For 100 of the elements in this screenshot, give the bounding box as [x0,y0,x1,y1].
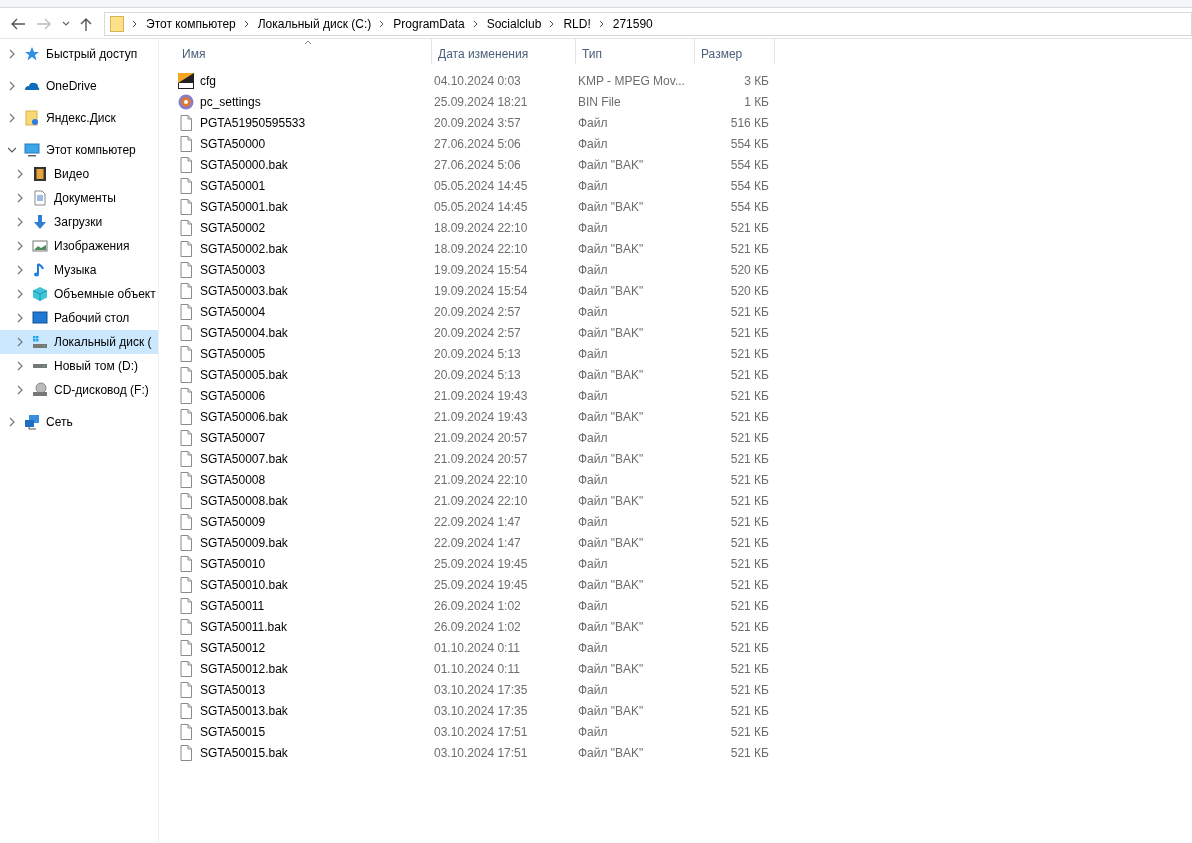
column-header[interactable]: Тип [576,39,695,64]
date-cell-text: 03.10.2024 17:51 [433,723,529,741]
column-header[interactable]: Размер [695,39,775,64]
nav-item[interactable]: Объемные объект [0,282,158,306]
file-row[interactable]: SGTA50008.bak 21.09.2024 22:10 Файл "BAK" 521 КБ [176,490,775,511]
file-row[interactable]: SGTA50003.bak 19.09.2024 15:54 Файл "BAK" 520 КБ [176,280,775,301]
chevron-icon[interactable] [379,19,386,28]
recent-locations-caret-icon[interactable] [62,20,70,27]
file-row[interactable]: PGTA51950595533 20.09.2024 3:57 Файл 516 КБ [176,112,775,133]
expand-icon[interactable] [16,385,24,395]
file-row[interactable]: SGTA50006.bak 21.09.2024 19:43 Файл "BAK" 521 КБ [176,406,775,427]
size-cell-text: 521 КБ [729,618,769,636]
breadcrumb[interactable]: ProgramData [393,14,465,33]
expand-icon[interactable] [8,49,16,59]
file-row[interactable]: SGTA50005 20.09.2024 5:13 Файл 521 КБ [176,343,775,364]
chevron-icon[interactable] [132,19,138,28]
expand-icon[interactable] [8,417,16,427]
file-row[interactable]: cfg 04.10.2024 0:03 KMP - MPEG Mov... 3 КБ [176,70,775,91]
nav-item[interactable]: Новый том (D:) [0,354,158,378]
file-row[interactable]: SGTA50009.bak 22.09.2024 1:47 Файл "BAK" 521 КБ [176,532,775,553]
column-header[interactable]: Дата изменения [432,39,576,64]
file-row[interactable]: SGTA50007 21.09.2024 20:57 Файл 521 КБ [176,427,775,448]
nav-item[interactable]: Быстрый доступ [0,42,158,66]
file-row[interactable]: SGTA50003 19.09.2024 15:54 Файл 520 КБ [176,259,775,280]
date-cell-text: 03.10.2024 17:35 [433,702,529,720]
file-row[interactable]: SGTA50008 21.09.2024 22:10 Файл 521 КБ [176,469,775,490]
nav-item[interactable]: Яндекс.Диск [0,106,158,130]
file-row[interactable]: SGTA50004.bak 20.09.2024 2:57 Файл "BAK" 521 КБ [176,322,775,343]
type-cell-text: Файл [577,219,609,237]
expand-icon[interactable] [16,169,24,179]
file-name: pc_settings [200,93,261,111]
file-row[interactable]: SGTA50010.bak 25.09.2024 19:45 Файл "BAK" 521 КБ [176,574,775,595]
nav-item[interactable]: Изображения [0,234,158,258]
file-row[interactable]: SGTA50004 20.09.2024 2:57 Файл 521 КБ [176,301,775,322]
expand-icon[interactable] [16,313,24,323]
expand-icon[interactable] [16,289,24,299]
type-cell-text: Файл [577,429,609,447]
file-name: SGTA50000 [200,135,266,153]
chevron-icon[interactable] [549,19,556,28]
nav-item[interactable]: Документы [0,186,158,210]
file-row[interactable]: SGTA50000.bak 27.06.2024 5:06 Файл "BAK" 554 КБ [176,154,775,175]
file-row[interactable]: SGTA50002 18.09.2024 22:10 Файл 521 КБ [176,217,775,238]
expand-icon[interactable] [16,241,24,251]
type-cell-text: Файл [577,513,609,531]
file-row[interactable]: SGTA50002.bak 18.09.2024 22:10 Файл "BAK" 521 КБ [176,238,775,259]
file-row[interactable]: SGTA50013 03.10.2024 17:35 Файл 521 КБ [176,679,775,700]
breadcrumb[interactable]: RLD! [563,14,591,33]
nav-item[interactable]: Рабочий стол [0,306,158,330]
nav-item[interactable]: Видео [0,162,158,186]
breadcrumb[interactable]: 271590 [612,14,653,33]
address-bar[interactable]: Этот компьютер Локальный диск (C:) ProgramData Socialclub RLD! 271590 [104,11,1192,36]
expand-icon[interactable] [16,361,24,371]
nav-item[interactable]: Сеть [0,410,158,434]
nav-item[interactable]: CD-дисковод (F:) [0,378,158,402]
file-row[interactable]: SGTA50010 25.09.2024 19:45 Файл 521 КБ [176,553,775,574]
file-row[interactable]: SGTA50007.bak 21.09.2024 20:57 Файл "BAK" 521 КБ [176,448,775,469]
back-button[interactable] [10,16,26,31]
document-icon [178,660,194,677]
image-icon [32,238,48,254]
document-icon [178,597,194,614]
breadcrumb[interactable]: Локальный диск (C:) [257,14,372,33]
file-row[interactable]: SGTA50011 26.09.2024 1:02 Файл 521 КБ [176,595,775,616]
column-header[interactable]: Имя [176,39,432,64]
nav-item[interactable]: Музыка [0,258,158,282]
up-button[interactable] [80,16,92,31]
file-name: SGTA50005 [200,345,266,363]
file-row[interactable]: SGTA50015.bak 03.10.2024 17:51 Файл "BAK" 521 КБ [176,742,775,763]
nav-item[interactable]: Загрузки [0,210,158,234]
file-row[interactable]: SGTA50012 01.10.2024 0:11 Файл 521 КБ [176,637,775,658]
expand-icon[interactable] [8,81,16,91]
file-row[interactable]: SGTA50001.bak 05.05.2024 14:45 Файл "BAK" 554 КБ [176,196,775,217]
file-row[interactable]: SGTA50000 27.06.2024 5:06 Файл 554 КБ [176,133,775,154]
nav-item[interactable]: OneDrive [0,74,158,98]
file-row[interactable]: SGTA50012.bak 01.10.2024 0:11 Файл "BAK" 521 КБ [176,658,775,679]
type-cell-text: Файл "BAK" [577,156,645,174]
file-name: SGTA50011 [200,597,265,615]
chevron-icon[interactable] [598,19,605,28]
expand-icon[interactable] [16,193,24,203]
expand-icon[interactable] [8,113,16,123]
type-cell-text: Файл "BAK" [577,408,645,426]
star-icon [24,46,40,62]
file-row[interactable]: SGTA50009 22.09.2024 1:47 Файл 521 КБ [176,511,775,532]
collapse-icon[interactable] [8,145,16,155]
file-row[interactable]: pc_settings 25.09.2024 18:21 BIN File 1 КБ [176,91,775,112]
expand-icon[interactable] [16,265,24,275]
file-row[interactable]: SGTA50011.bak 26.09.2024 1:02 Файл "BAK" 521 КБ [176,616,775,637]
breadcrumb[interactable]: Socialclub [486,14,542,33]
file-row[interactable]: SGTA50001 05.05.2024 14:45 Файл 554 КБ [176,175,775,196]
chevron-icon[interactable] [243,19,250,28]
file-row[interactable]: SGTA50015 03.10.2024 17:51 Файл 521 КБ [176,721,775,742]
nav-item[interactable]: Локальный диск ( [0,330,158,354]
expand-icon[interactable] [16,217,24,227]
chevron-icon[interactable] [472,19,479,28]
file-row[interactable]: SGTA50006 21.09.2024 19:43 Файл 521 КБ [176,385,775,406]
nav-item[interactable]: Этот компьютер [0,138,158,162]
file-row[interactable]: SGTA50005.bak 20.09.2024 5:13 Файл "BAK" 521 КБ [176,364,775,385]
system-drive-icon [32,334,48,350]
file-row[interactable]: SGTA50013.bak 03.10.2024 17:35 Файл "BAK" 521 КБ [176,700,775,721]
breadcrumb[interactable]: Этот компьютер [146,14,236,33]
expand-icon[interactable] [16,337,24,347]
